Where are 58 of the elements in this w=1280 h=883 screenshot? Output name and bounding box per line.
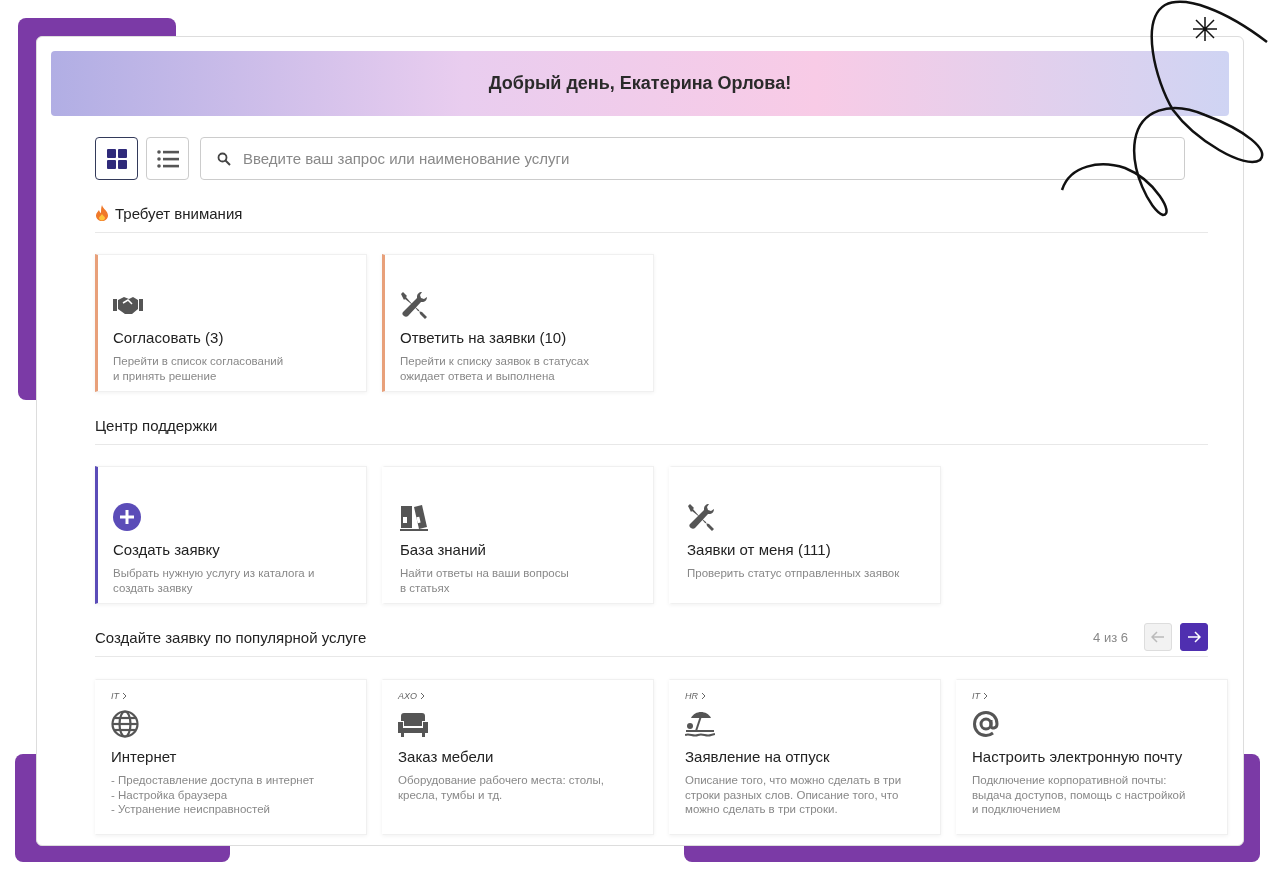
grid-icon [105,147,128,170]
card-title: Согласовать (3) [113,329,225,346]
category-label: IT [111,691,119,701]
service-card[interactable]: IT Настроить электронную почту Подключение корпоративной почты: выдача доступов, помощь с настройкой и подключением [956,679,1228,835]
card-description: Оборудование рабочего места: столы, кресла, тумбы и тд. [398,773,606,802]
search-field[interactable]: Введите ваш запрос или наименование услуги [200,137,1185,180]
card-description: Проверить статус отправленных заявок [687,566,901,581]
card-title: База знаний [400,541,487,558]
card-description: Выбрать нужную услугу из каталога и создать заявку [113,566,316,595]
card-title: Заявки от меня (111) [687,541,832,558]
action-card[interactable]: База знаний Найти ответы на ваши вопросы в статьях [382,466,654,604]
service-card[interactable]: HR Заявление на отпуск Описание того, что можно сделать в три строки разных слов. Описание того, что можно сделать в три строки. [669,679,941,835]
list-view-button[interactable] [146,137,189,180]
card-title: Заявление на отпуск [685,748,831,765]
beach-umbrella-icon [685,710,715,738]
card-title: Создать заявку [113,541,221,558]
list-icon [156,149,179,168]
greeting-text: Добрый день, Екатерина Орлова! [488,73,792,94]
plus-icon [113,503,141,531]
card-description: - Предоставление доступа в интернет - Настройка браузера - Устранение неисправностей [111,773,315,817]
books-icon [400,503,428,531]
action-card[interactable]: Ответить на заявки (10) Перейти к списку заявок в статусах ожидает ответа и выполнена [382,254,654,392]
fire-icon [95,205,109,221]
action-card[interactable]: Согласовать (3) Перейти в список согласований и принять решение [95,254,367,392]
card-title: Интернет [111,748,178,765]
service-card[interactable]: IT Интернет - Предоставление доступа в интернет - Настройка браузера - Устранение неисправностей [95,679,367,835]
card-description: Описание того, что можно сделать в три строки разных слов. Описание того, что можно сделать в три строки. [685,773,903,817]
category-label: IT [972,691,980,701]
chevron-icon [701,692,706,700]
card-description: Найти ответы на ваши вопросы в статьях [400,566,570,595]
tools-icon [400,291,428,319]
section-title: Создайте заявку по популярной услуге [95,628,368,646]
chevron-icon [122,692,127,700]
page-counter: 4 из 6 [1093,629,1128,645]
card-description: Подключение корпоративной почты: выдача доступов, помощь с настройкой и подключением [972,773,1187,817]
action-card[interactable]: Заявки от меня (111) Проверить статус отправленных заявок [669,466,941,604]
grid-view-button[interactable] [95,137,138,180]
service-card[interactable]: AXO Заказ мебели Оборудование рабочего места: столы, кресла, тумбы и тд. [382,679,654,835]
card-description: Перейти к списку заявок в статусах ожидает ответа и выполнена [400,354,590,383]
chevron-icon [420,692,425,700]
card-description: Перейти в список согласований и принять решение [113,354,285,383]
section-title: Центр поддержки [95,416,218,434]
section-title: Требует внимания [115,204,243,222]
at-sign-icon [972,710,1000,738]
action-card[interactable]: Создать заявку Выбрать нужную услугу из каталога и создать заявку [95,466,367,604]
globe-icon [111,710,139,738]
armchair-icon [398,711,428,737]
card-title: Заказ мебели [398,748,495,765]
category-label: AXO [398,691,417,701]
left-arrow-icon [1151,631,1165,643]
handshake-icon [113,294,143,316]
category-label: HR [685,691,698,701]
chevron-icon [983,692,988,700]
tools-icon [687,503,715,531]
card-title: Ответить на заявки (10) [400,329,568,346]
right-arrow-icon [1187,631,1201,643]
next-button[interactable] [1180,623,1208,651]
card-title: Настроить электронную почту [972,748,1184,765]
